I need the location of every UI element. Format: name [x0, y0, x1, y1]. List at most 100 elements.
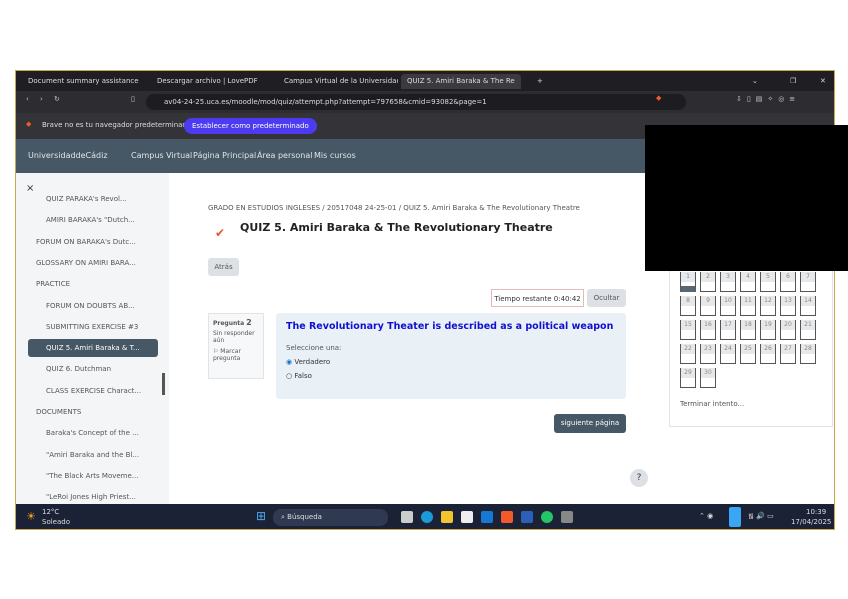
quiz-nav-button[interactable]: 19	[760, 320, 776, 340]
close-sidebar-button[interactable]: ×	[26, 183, 34, 194]
quiz-nav-button[interactable]: 26	[760, 344, 776, 364]
tab-document-summary[interactable]: Document summary assistance	[22, 74, 142, 89]
brand-logo[interactable]: UniversidaddeCádiz	[28, 151, 108, 160]
quiz-nav-button[interactable]: 14	[800, 296, 816, 316]
nav-campus-virtual[interactable]: Campus Virtual	[131, 151, 192, 160]
outlook-icon[interactable]	[481, 511, 493, 523]
sidebar-item[interactable]: CLASS EXERCISE Charact...	[46, 387, 141, 395]
whatsapp-icon[interactable]	[541, 511, 553, 523]
quiz-nav-button[interactable]: 23	[700, 344, 716, 364]
url-input[interactable]: av04-24-25.uca.es/moodle/mod/quiz/attemp…	[146, 94, 686, 110]
new-tab-button[interactable]: +	[531, 74, 543, 89]
sidebar-item[interactable]: FORUM ON DOUBTS AB...	[46, 302, 135, 310]
clock-time[interactable]: 10:39	[806, 508, 826, 516]
tray-icons[interactable]: ⌃ ◉	[699, 512, 713, 520]
finish-attempt-link[interactable]: Terminar intento...	[680, 400, 744, 408]
quiz-nav-button[interactable]: 22	[680, 344, 696, 364]
quiz-nav-button[interactable]: 25	[740, 344, 756, 364]
restore-button[interactable]: ❐	[784, 74, 796, 89]
nav-pagina-principal[interactable]: Página Principal	[193, 151, 256, 160]
edge-icon[interactable]	[421, 511, 433, 523]
quiz-nav-button[interactable]: 30	[700, 368, 716, 388]
quiz-nav-number: 6	[781, 272, 795, 282]
settings-icon[interactable]	[561, 511, 573, 523]
sidebar-item[interactable]: "LeRoi Jones High Priest...	[46, 493, 136, 501]
quiz-nav-number: 28	[801, 344, 815, 354]
mic-icon[interactable]	[729, 507, 741, 527]
sidebar-item[interactable]: SUBMITTING EXERCISE #3	[46, 323, 138, 331]
quiz-nav-button[interactable]: 6	[780, 272, 796, 292]
quiz-nav-button[interactable]: 17	[720, 320, 736, 340]
quiz-nav-button[interactable]: 28	[800, 344, 816, 364]
quiz-nav-button[interactable]: 4	[740, 272, 756, 292]
back-button[interactable]: Atrás	[208, 258, 239, 276]
quiz-nav-button[interactable]: 21	[800, 320, 816, 340]
tab-list-icon[interactable]: ⌄	[746, 74, 758, 89]
quiz-nav-number: 8	[681, 296, 695, 306]
quiz-nav-button[interactable]: 8	[680, 296, 696, 316]
quiz-nav-button[interactable]: 20	[780, 320, 796, 340]
task-view-icon[interactable]	[401, 511, 413, 523]
quiz-nav-button[interactable]: 3	[720, 272, 736, 292]
sidebar-item[interactable]: "The Black Arts Moveme...	[46, 472, 138, 480]
quiz-nav-button[interactable]: 29	[680, 368, 696, 388]
brave-shield-icon[interactable]: ◆	[656, 94, 661, 102]
back-icon[interactable]: ‹	[26, 95, 29, 103]
sidebar-item[interactable]: AMIRI BARAKA's "Dutch...	[46, 216, 135, 224]
tab-lovepdf[interactable]: Descargar archivo | LovePDF	[151, 74, 271, 89]
sidebar-item[interactable]: PRACTICE	[36, 280, 70, 288]
radio-selected-icon[interactable]: ◉	[286, 358, 292, 366]
clock-date[interactable]: 17/04/2025	[791, 518, 831, 526]
quiz-nav-button[interactable]: 18	[740, 320, 756, 340]
start-icon[interactable]: ⊞	[256, 509, 266, 523]
quiz-nav-button[interactable]: 1	[680, 272, 696, 292]
sidebar-item[interactable]: QUIZ PARAKA's Revol...	[46, 195, 127, 203]
tab-campus-virtual[interactable]: Campus Virtual de la Universidad d	[278, 74, 398, 89]
next-page-button[interactable]: siguiente página	[554, 414, 626, 433]
sidebar-item[interactable]: GLOSSARY ON AMIRI BARA...	[36, 259, 136, 267]
store-icon[interactable]	[461, 511, 473, 523]
sidebar-item[interactable]: QUIZ 5. Amiri Baraka & T...	[28, 339, 158, 358]
quiz-nav-button[interactable]: 10	[720, 296, 736, 316]
sidebar-item[interactable]: FORUM ON BARAKA's Dutc...	[36, 238, 136, 246]
file-explorer-icon[interactable]	[441, 511, 453, 523]
option-false[interactable]: ○ Falso	[286, 372, 616, 380]
sidebar-item[interactable]: DOCUMENTS	[36, 408, 81, 416]
reload-icon[interactable]: ↻	[54, 95, 60, 103]
toolbar-icons[interactable]: ⇩▯▤✧◎≡	[736, 95, 800, 103]
radio-icon[interactable]: ○	[286, 372, 292, 380]
flag-question-link[interactable]: ⚐ Marcar pregunta	[213, 348, 259, 362]
tab-quiz[interactable]: QUIZ 5. Amiri Baraka & The Re	[401, 74, 521, 89]
quiz-nav-button[interactable]: 11	[740, 296, 756, 316]
sidebar-scrollbar[interactable]	[162, 373, 165, 395]
quiz-nav-button[interactable]: 15	[680, 320, 696, 340]
option-true[interactable]: ◉ Verdadero	[286, 358, 616, 366]
quiz-nav-button[interactable]: 16	[700, 320, 716, 340]
sidebar-item[interactable]: "Amiri Baraka and the Bl...	[46, 451, 139, 459]
help-button[interactable]: ?	[630, 469, 648, 487]
quiz-nav-button[interactable]: 5	[760, 272, 776, 292]
quiz-nav-button[interactable]: 7	[800, 272, 816, 292]
close-window-button[interactable]: ✕	[814, 74, 826, 89]
quiz-nav-button[interactable]: 24	[720, 344, 736, 364]
quiz-nav-button[interactable]: 12	[760, 296, 776, 316]
quiz-nav-number: 29	[681, 368, 695, 378]
quiz-nav-button[interactable]: 2	[700, 272, 716, 292]
sidebar-item[interactable]: QUIZ 6. Dutchman	[46, 365, 111, 373]
quiz-nav-button[interactable]: 13	[780, 296, 796, 316]
quiz-nav-button[interactable]: 27	[780, 344, 796, 364]
nav-mis-cursos[interactable]: Mis cursos	[314, 151, 356, 160]
search-box[interactable]: ⌕ Búsqueda	[273, 509, 388, 526]
breadcrumb[interactable]: GRADO EN ESTUDIOS INGLESES / 20517048 24…	[208, 204, 580, 212]
brave-icon[interactable]	[501, 511, 513, 523]
quiz-nav-number: 14	[801, 296, 815, 306]
hide-timer-button[interactable]: Ocultar	[587, 289, 626, 307]
word-icon[interactable]	[521, 511, 533, 523]
bookmark-icon[interactable]: ▯	[131, 95, 135, 103]
quiz-nav-button[interactable]: 9	[700, 296, 716, 316]
network-volume-battery-icons[interactable]: ᯾ 🔊 ▭	[748, 512, 774, 521]
sidebar-item[interactable]: Baraka's Concept of the ...	[46, 429, 139, 437]
set-default-button[interactable]: Establecer como predeterminado	[184, 118, 317, 134]
nav-area-personal[interactable]: Área personal	[257, 151, 313, 160]
forward-icon[interactable]: ›	[40, 95, 43, 103]
